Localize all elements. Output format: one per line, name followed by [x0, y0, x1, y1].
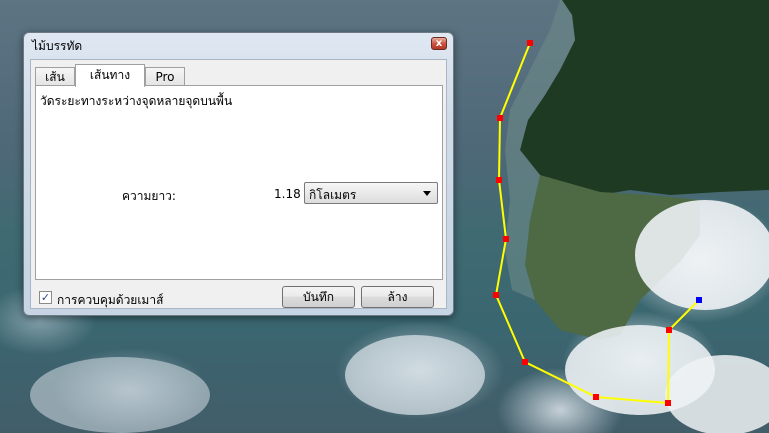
- path-vertex[interactable]: [496, 177, 502, 183]
- mouse-control-label[interactable]: การควบคุมด้วยเมาส์: [57, 291, 163, 310]
- close-button[interactable]: x: [431, 37, 447, 50]
- cloud: [345, 335, 485, 415]
- path-vertex[interactable]: [497, 115, 503, 121]
- close-icon: x: [435, 38, 443, 49]
- path-end-vertex[interactable]: [696, 297, 702, 303]
- cloud: [30, 357, 210, 433]
- save-button-label: บันทึก: [303, 290, 334, 304]
- dialog-title: ไม้บรรทัด: [32, 39, 83, 53]
- path-vertex[interactable]: [527, 40, 533, 46]
- dialog-body: เส้น เส้นทาง Pro วัดระยะทางระหว่างจุดหลา…: [30, 59, 447, 309]
- path-vertex[interactable]: [666, 327, 672, 333]
- tab-path-label: เส้นทาง: [89, 68, 131, 82]
- path-vertex[interactable]: [503, 236, 509, 242]
- clear-button-label: ล้าง: [387, 290, 408, 304]
- tab-pro-label: Pro: [155, 70, 175, 84]
- mouse-control-checkbox[interactable]: ✓: [39, 291, 52, 304]
- length-label: ความยาว:: [122, 189, 176, 203]
- path-vertex[interactable]: [493, 292, 499, 298]
- unit-selected-value: กิโลเมตร: [309, 188, 357, 202]
- tab-pro[interactable]: Pro: [145, 67, 185, 86]
- tab-line[interactable]: เส้น: [35, 67, 75, 86]
- length-value: 1.18: [274, 187, 301, 201]
- path-vertex[interactable]: [665, 400, 671, 406]
- cloud: [635, 200, 769, 310]
- path-vertex[interactable]: [522, 359, 528, 365]
- unit-dropdown[interactable]: กิโลเมตร: [304, 182, 438, 204]
- measure-description: วัดระยะทางระหว่างจุดหลายจุดบนพื้น: [40, 94, 233, 108]
- tab-line-label: เส้น: [45, 70, 65, 84]
- tab-path[interactable]: เส้นทาง: [75, 64, 145, 87]
- path-vertex[interactable]: [593, 394, 599, 400]
- check-icon: ✓: [40, 291, 51, 304]
- dialog-titlebar[interactable]: ไม้บรรทัด x: [24, 33, 453, 55]
- tab-panel-path: วัดระยะทางระหว่างจุดหลายจุดบนพื้น ความยา…: [35, 85, 443, 280]
- save-button[interactable]: บันทึก: [282, 286, 355, 308]
- ruler-dialog: ไม้บรรทัด x เส้น เส้นทาง Pro วัดระยะทางร…: [23, 32, 454, 316]
- chevron-down-icon: [423, 191, 431, 196]
- clear-button[interactable]: ล้าง: [361, 286, 434, 308]
